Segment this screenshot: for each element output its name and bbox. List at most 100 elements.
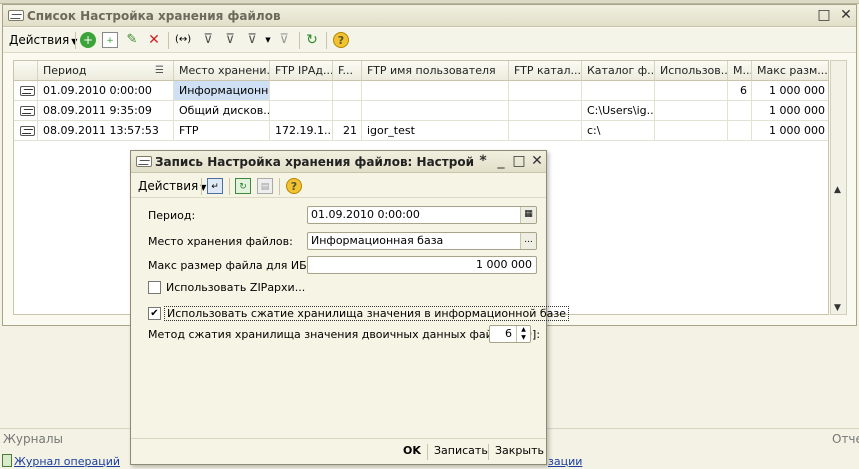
copy-icon[interactable]: + [102, 32, 118, 48]
table-cell[interactable] [655, 101, 728, 121]
clear-filter-icon[interactable]: ⊽ [276, 32, 292, 48]
calendar-icon[interactable]: ▦ [520, 207, 536, 223]
compression-method-stepper[interactable]: 6 ▲ ▼ [489, 325, 531, 343]
refresh-icon[interactable]: ↻ [304, 32, 320, 48]
table-scrollbar[interactable]: ▲ ▼ [830, 60, 847, 315]
table-cell[interactable] [509, 121, 582, 141]
column-header[interactable]: Каталог ф... [582, 61, 655, 81]
table-row[interactable]: 01.09.2010 0:00:00 Информационн... 6 1 0… [14, 81, 828, 101]
operations-journal-link[interactable]: Журнал операций [14, 455, 120, 468]
table-cell[interactable]: 08.09.2011 9:35:09 [38, 101, 174, 121]
table-cell[interactable]: FTP [174, 121, 270, 141]
table-cell[interactable] [270, 101, 333, 121]
column-header[interactable]: FTP катал... [509, 61, 582, 81]
table-cell[interactable] [655, 81, 728, 101]
edit-icon[interactable]: ✎ [124, 32, 140, 48]
column-header[interactable]: Макс разм... [752, 61, 828, 81]
copy-record-icon[interactable]: ▤ [257, 178, 273, 194]
table-cell[interactable]: igor_test [362, 121, 509, 141]
dialog-footer: OK Записать Закрыть [131, 438, 546, 464]
table-cell[interactable] [362, 81, 509, 101]
column-header[interactable]: F... [333, 61, 362, 81]
use-compression-label[interactable]: Использовать сжатие хранилища значения в… [164, 306, 570, 321]
storage-location-field[interactable]: Информационная база ... [307, 232, 537, 250]
stepper-arrows-icon[interactable]: ▲ ▼ [516, 326, 530, 342]
table-cell[interactable]: 6 [728, 81, 752, 101]
table-cell[interactable] [509, 101, 582, 121]
table-cell[interactable]: c:\ [582, 121, 655, 141]
use-compression-checkbox[interactable]: ✔ [148, 307, 161, 320]
use-zip-checkbox[interactable] [148, 281, 161, 294]
table-cell[interactable]: Общий дисков... [174, 101, 270, 121]
table-cell[interactable] [728, 121, 752, 141]
save-button[interactable]: Записать [434, 444, 488, 457]
column-header[interactable]: Место хранени... [174, 61, 270, 81]
close-button[interactable]: ✕ [838, 8, 854, 24]
column-header[interactable]: FTP IPАд... [270, 61, 333, 81]
table-cell[interactable] [509, 81, 582, 101]
column-header[interactable]: Использов... [655, 61, 728, 81]
toolbar-divider [75, 32, 76, 49]
ok-button[interactable]: OK [403, 444, 421, 457]
partial-link[interactable]: зации [548, 455, 582, 468]
filter-by-value-icon[interactable]: ⊽ [222, 32, 238, 48]
record-icon [20, 86, 35, 96]
table-cell[interactable] [582, 81, 655, 101]
table-cell[interactable] [728, 101, 752, 121]
actions-menu[interactable]: Действия▼ [9, 31, 77, 49]
filter-icon[interactable]: ⊽ [200, 32, 216, 48]
dialog-titlebar[interactable]: Запись Настройка хранения файлов: Настро… [131, 151, 546, 173]
row-icon-cell [14, 101, 38, 121]
table-cell[interactable]: C:\Users\ig... [582, 101, 655, 121]
filter-history-icon[interactable]: ⊽ [244, 32, 260, 48]
save-close-icon[interactable]: ↵ [207, 178, 223, 194]
compression-method-label: Метод сжатия хранилища значения двоичных… [148, 328, 541, 341]
add-icon[interactable]: + [80, 32, 96, 48]
column-header[interactable]: М... [728, 61, 752, 81]
actions-menu-label: Действия [9, 33, 70, 47]
help-icon[interactable]: ? [333, 32, 349, 48]
help-icon[interactable]: ? [286, 178, 302, 194]
post-icon[interactable]: (↔) [175, 32, 191, 48]
max-size-field[interactable]: 1 000 000 [307, 256, 537, 274]
dialog-minimize-button[interactable]: _ [493, 154, 509, 170]
scroll-down-icon[interactable]: ▼ [834, 303, 841, 313]
table-row[interactable]: 08.09.2011 13:57:53 FTP 172.19.1... 21 i… [14, 121, 828, 141]
sort-icon[interactable]: ☰ [155, 65, 164, 76]
close-dialog-button[interactable]: Закрыть [495, 444, 544, 457]
journal-icon [2, 454, 12, 467]
table-cell[interactable]: 172.19.1... [270, 121, 333, 141]
table-cell[interactable] [270, 81, 333, 101]
table-cell[interactable]: 21 [333, 121, 362, 141]
table-cell[interactable]: 08.09.2011 13:57:53 [38, 121, 174, 141]
table-cell[interactable] [333, 101, 362, 121]
table-cell[interactable]: 1 000 000 [752, 121, 828, 141]
use-zip-label[interactable]: Использовать ZIPархи... [166, 281, 305, 294]
table-cell[interactable] [333, 81, 362, 101]
table-cell[interactable]: Информационн... [174, 81, 270, 101]
storage-location-value: Информационная база [311, 234, 444, 247]
reread-icon[interactable]: ↻ [235, 178, 251, 194]
scroll-up-icon[interactable]: ▲ [834, 185, 841, 195]
chevron-down-icon[interactable]: ▼ [260, 32, 276, 48]
list-window-titlebar[interactable]: Список Настройка хранения файлов □ ✕ [3, 5, 856, 27]
delete-icon[interactable]: ✕ [146, 32, 162, 48]
footer-divider [427, 444, 428, 460]
maximize-button[interactable]: □ [816, 8, 832, 24]
table-cell[interactable]: 01.09.2010 0:00:00 [38, 81, 174, 101]
table-row[interactable]: 08.09.2011 9:35:09 Общий дисков... C:\Us… [14, 101, 828, 121]
dialog-maximize-button[interactable]: □ [511, 154, 527, 170]
column-header[interactable]: FTP имя пользователя [362, 61, 509, 81]
toolbar-divider [326, 32, 327, 49]
table-cell[interactable] [655, 121, 728, 141]
table-cell[interactable] [362, 101, 509, 121]
dialog-actions-label: Действия [138, 179, 199, 193]
column-header[interactable]: Период [38, 61, 174, 81]
dialog-actions-menu[interactable]: Действия ▼ [138, 177, 206, 195]
dialog-close-button[interactable]: ✕ [529, 154, 545, 170]
table-cell[interactable]: 1 000 000 [752, 101, 828, 121]
choice-ellipsis-icon[interactable]: ... [520, 233, 536, 249]
max-size-label: Макс размер файла для ИБ: [148, 259, 311, 272]
period-field[interactable]: 01.09.2010 0:00:00 ▦ [307, 206, 537, 224]
table-cell[interactable]: 1 000 000 [752, 81, 828, 101]
